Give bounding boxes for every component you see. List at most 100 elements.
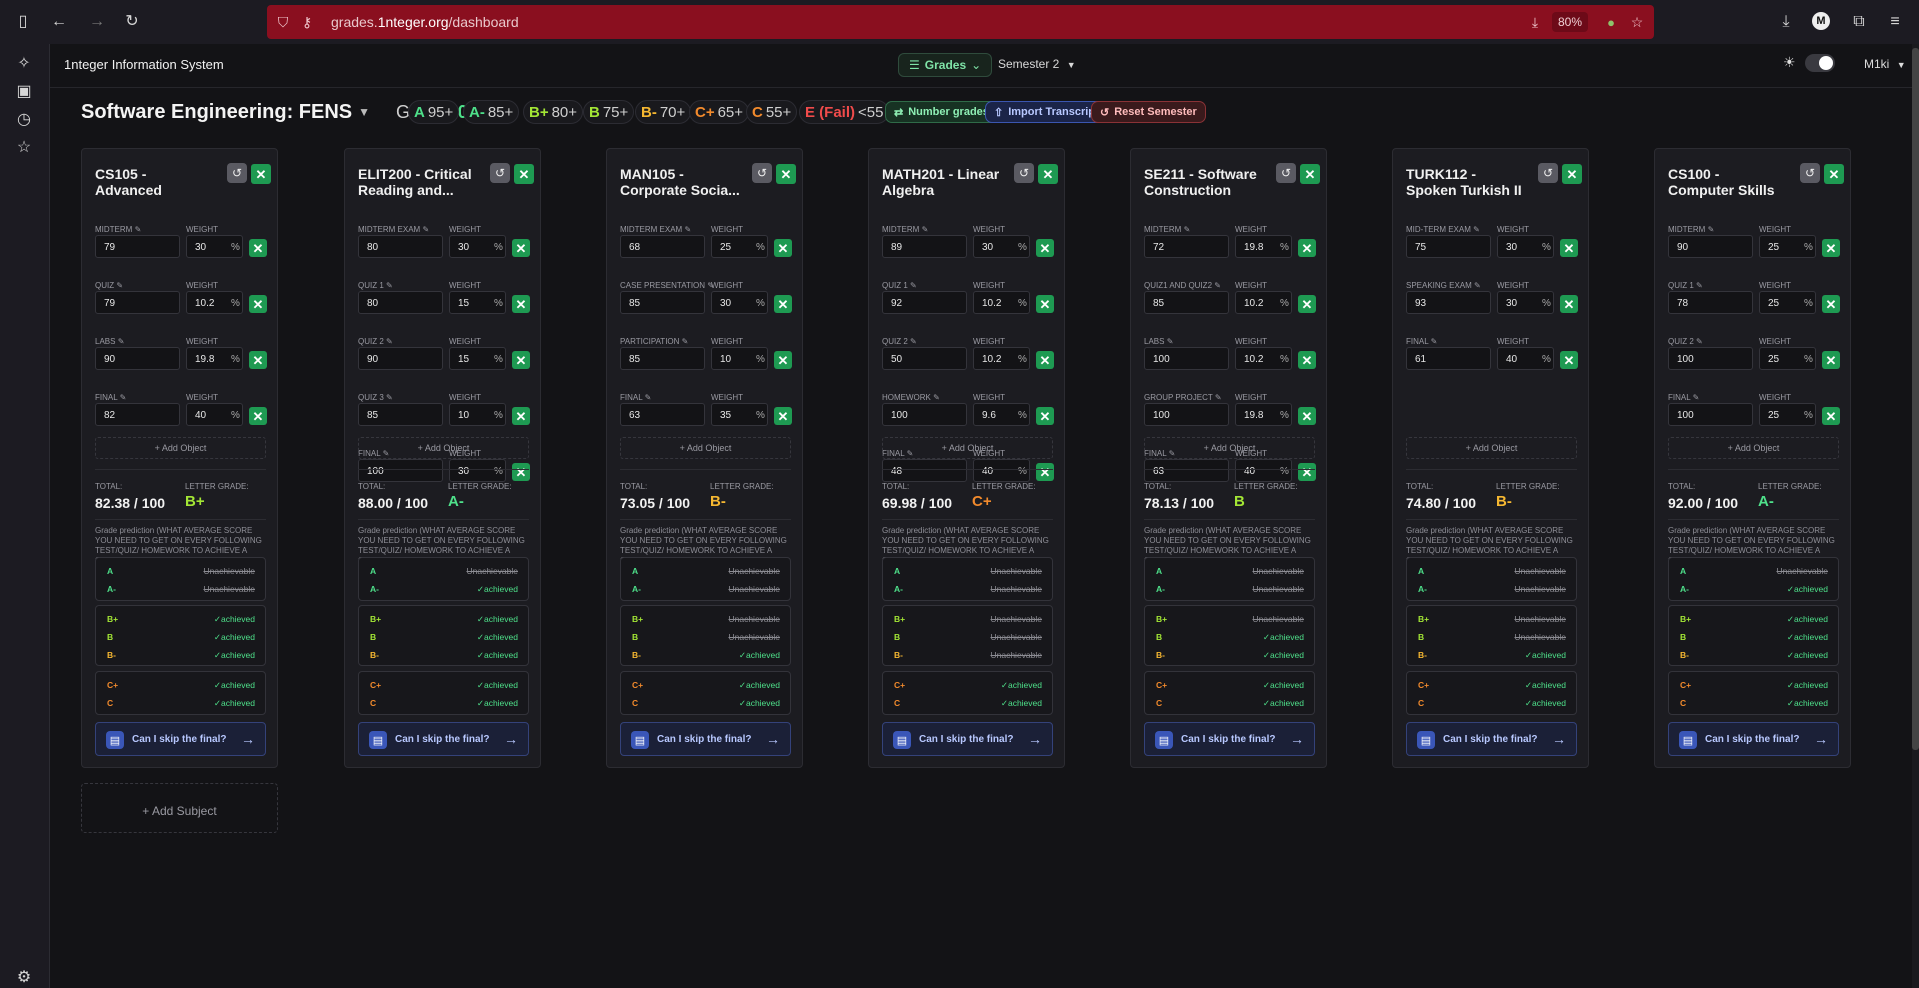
remove-component-button[interactable]: ✕ [1036,295,1054,313]
skip-final-button[interactable]: ▤ Can I skip the final? → [882,722,1053,756]
edit-pencil-icon[interactable]: ✎ [1214,281,1221,290]
program-title[interactable]: Software Engineering: FENS [81,101,352,124]
score-input[interactable]: 80 [358,235,443,258]
subject-title[interactable]: TURK112 - Spoken Turkish II [1406,166,1526,198]
component-name[interactable]: QUIZ1 AND QUIZ2 ✎ [1144,281,1221,290]
component-name[interactable]: QUIZ 2 ✎ [882,337,917,346]
app-title[interactable]: 1nteger Information System [64,57,224,72]
subject-title[interactable]: ELIT200 - Critical Reading and... [358,166,478,198]
edit-pencil-icon[interactable]: ✎ [386,281,393,290]
score-input[interactable]: 85 [358,403,443,426]
delete-subject-button[interactable]: ✕ [251,164,271,184]
skip-final-button[interactable]: ▤ Can I skip the final? → [620,722,791,756]
score-input[interactable]: 85 [620,291,705,314]
component-name[interactable]: CASE PRESENTATION ✎ [620,281,714,290]
remove-component-button[interactable]: ✕ [1560,239,1578,257]
bookmarks-icon[interactable]: ☆ [14,138,34,158]
remove-component-button[interactable]: ✕ [1822,407,1840,425]
add-object-button[interactable]: + Add Object [1406,437,1577,459]
component-name[interactable]: QUIZ 1 ✎ [358,281,393,290]
reset-subject-icon[interactable]: ↺ [490,163,510,183]
remove-component-button[interactable]: ✕ [249,407,267,425]
edit-pencil-icon[interactable]: ✎ [1215,393,1222,402]
remove-component-button[interactable]: ✕ [1822,239,1840,257]
reset-subject-icon[interactable]: ↺ [1538,163,1558,183]
add-object-button[interactable]: + Add Object [1668,437,1839,459]
score-input[interactable]: 100 [1668,403,1753,426]
score-input[interactable]: 100 [1144,403,1229,426]
score-input[interactable]: 68 [620,235,705,258]
score-input[interactable]: 79 [95,291,180,314]
remove-component-button[interactable]: ✕ [1298,407,1316,425]
component-name[interactable]: PARTICIPATION ✎ [620,337,688,346]
edit-pencil-icon[interactable]: ✎ [1474,281,1481,290]
score-input[interactable]: 100 [358,459,443,482]
component-name[interactable]: MIDTERM ✎ [1144,225,1190,234]
remove-component-button[interactable]: ✕ [1822,351,1840,369]
edit-pencil-icon[interactable]: ✎ [910,281,917,290]
downloads-icon[interactable]: ⤓ [1776,12,1796,32]
delete-subject-button[interactable]: ✕ [776,164,796,184]
edit-pencil-icon[interactable]: ✎ [422,225,429,234]
component-name[interactable]: MIDTERM EXAM ✎ [358,225,429,234]
remove-component-button[interactable]: ✕ [512,295,530,313]
component-name[interactable]: LABS ✎ [95,337,124,346]
remove-component-button[interactable]: ✕ [774,295,792,313]
settings-gear-icon[interactable]: ⚙ [14,968,34,988]
remove-component-button[interactable]: ✕ [1036,407,1054,425]
subject-title[interactable]: MATH201 - Linear Algebra [882,166,1002,198]
add-subject-button[interactable]: + Add Subject [81,783,278,833]
url-bar[interactable]: ⛉ ⚷ grades.1nteger.org/dashboard ⤓ 80% ●… [267,5,1654,39]
shield-icon[interactable]: ⛉ [273,12,293,32]
component-name[interactable]: GROUP PROJECT ✎ [1144,393,1222,402]
extension-icon[interactable]: ● [1601,12,1621,32]
remove-component-button[interactable]: ✕ [512,239,530,257]
score-input[interactable]: 72 [1144,235,1229,258]
score-input[interactable]: 63 [1144,459,1229,482]
reset-subject-icon[interactable]: ↺ [227,163,247,183]
add-object-button[interactable]: + Add Object [358,437,529,459]
url-text[interactable]: grades.1nteger.org/dashboard [331,14,519,30]
back-icon[interactable]: ← [49,12,69,32]
score-input[interactable]: 92 [882,291,967,314]
import-transcript-button[interactable]: ⇧ Import Transcript [985,101,1108,123]
score-input[interactable]: 100 [882,403,967,426]
component-name[interactable]: MIDTERM ✎ [882,225,928,234]
key-icon[interactable]: ⚷ [297,12,317,32]
edit-pencil-icon[interactable]: ✎ [386,337,393,346]
score-input[interactable]: 80 [358,291,443,314]
tabs-icon[interactable]: ▣ [14,82,34,102]
component-name[interactable]: MID-TERM EXAM ✎ [1406,225,1480,234]
subject-title[interactable]: CS100 - Computer Skills [1668,166,1788,198]
score-input[interactable]: 61 [1406,347,1491,370]
score-input[interactable]: 48 [882,459,967,482]
component-name[interactable]: QUIZ 1 ✎ [882,281,917,290]
profile-avatar[interactable]: M [1812,12,1830,30]
score-input[interactable]: 85 [1144,291,1229,314]
skip-final-button[interactable]: ▤ Can I skip the final? → [1406,722,1577,756]
component-name[interactable]: QUIZ ✎ [95,281,123,290]
component-name[interactable]: QUIZ 2 ✎ [358,337,393,346]
add-object-button[interactable]: + Add Object [95,437,266,459]
edit-pencil-icon[interactable]: ✎ [1431,337,1438,346]
reset-subject-icon[interactable]: ↺ [1276,163,1296,183]
component-name[interactable]: QUIZ 3 ✎ [358,393,393,402]
reset-subject-icon[interactable]: ↺ [752,163,772,183]
component-name[interactable]: FINAL ✎ [95,393,126,402]
remove-component-button[interactable]: ✕ [512,463,530,481]
remove-component-button[interactable]: ✕ [774,239,792,257]
score-input[interactable]: 82 [95,403,180,426]
reset-semester-button[interactable]: ↺ Reset Semester [1091,101,1206,123]
remove-component-button[interactable]: ✕ [1036,463,1054,481]
score-input[interactable]: 85 [620,347,705,370]
delete-subject-button[interactable]: ✕ [1824,164,1844,184]
edit-pencil-icon[interactable]: ✎ [135,225,142,234]
score-input[interactable]: 90 [95,347,180,370]
score-input[interactable]: 79 [95,235,180,258]
edit-pencil-icon[interactable]: ✎ [1708,225,1715,234]
edit-pencil-icon[interactable]: ✎ [684,225,691,234]
edit-pencil-icon[interactable]: ✎ [1184,225,1191,234]
score-input[interactable]: 78 [1668,291,1753,314]
edit-pencil-icon[interactable]: ✎ [1696,281,1703,290]
remove-component-button[interactable]: ✕ [249,295,267,313]
